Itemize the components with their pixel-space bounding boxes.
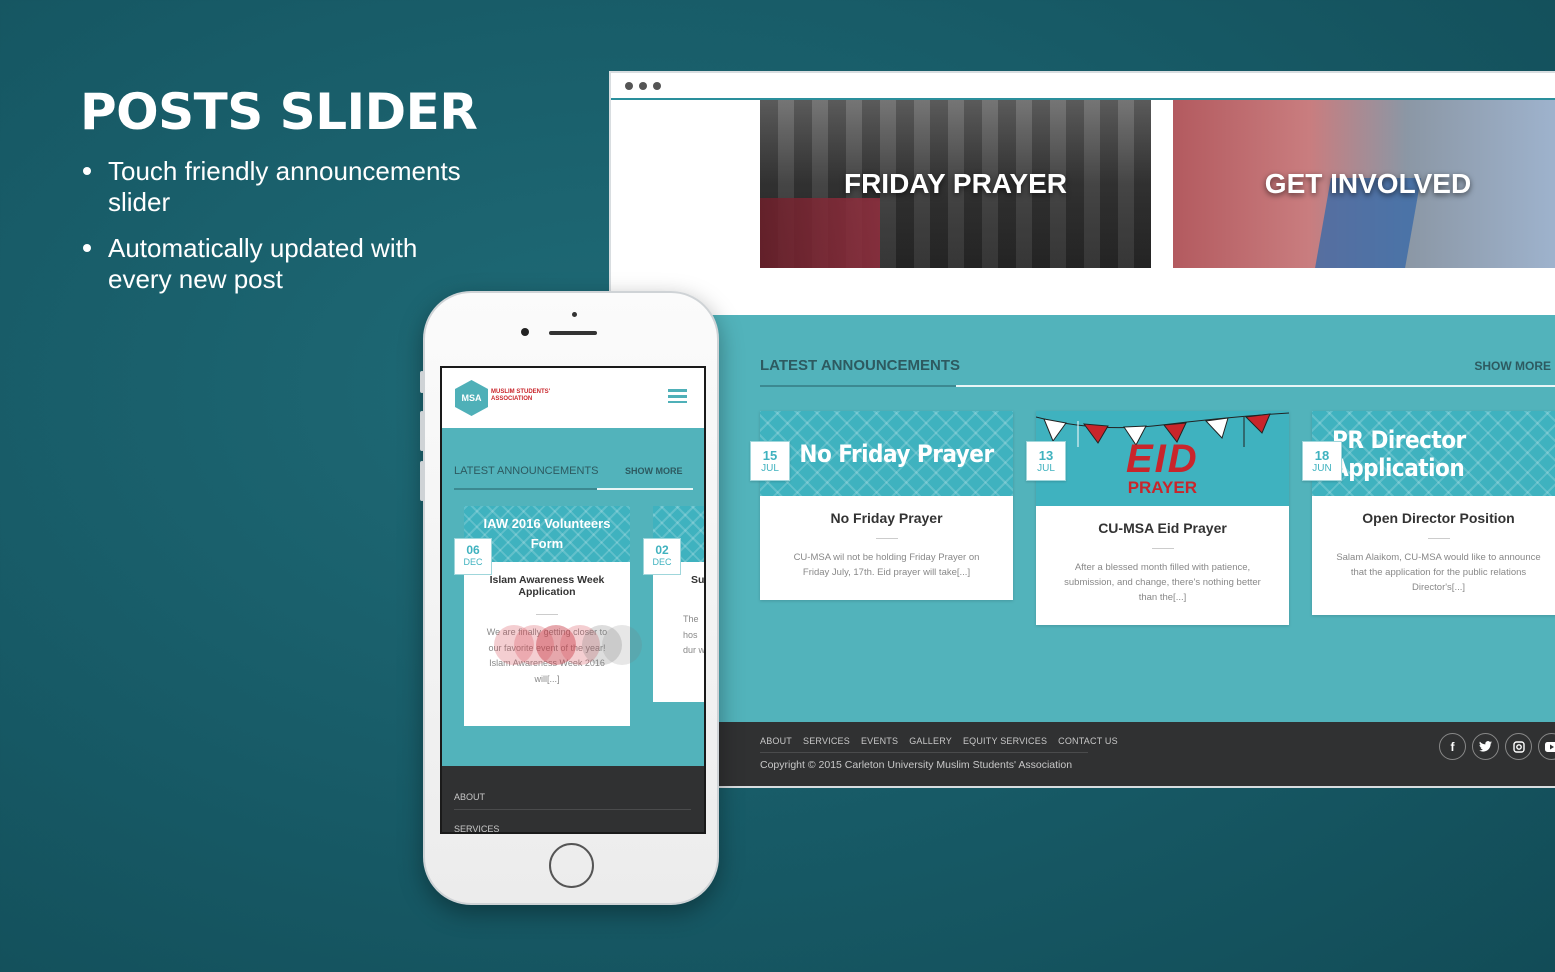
- card-excerpt: Salam Alaikom, CU-MSA would like to anno…: [1336, 552, 1541, 593]
- card-title[interactable]: CU-MSA Eid Prayer: [1058, 520, 1267, 536]
- window-dot-icon[interactable]: [625, 82, 633, 90]
- card-title[interactable]: Open Director Position: [1334, 510, 1543, 526]
- promo-panel: POSTS SLIDER Touch friendly announcement…: [80, 82, 480, 310]
- divider: [875, 538, 898, 539]
- copyright-text: Copyright © 2015 Carleton University Mus…: [760, 759, 1073, 771]
- footer-link-about[interactable]: ABOUT: [760, 736, 792, 746]
- phone-front-camera-icon: [521, 328, 529, 336]
- card-image-text: No Friday Prayer: [799, 439, 994, 468]
- card-image: No Friday Prayer: [760, 411, 1013, 496]
- card-image-line: Form: [530, 536, 564, 551]
- footer-link-contact-us[interactable]: CONTACT US: [1058, 736, 1118, 746]
- date-badge: 02 DEC: [643, 538, 681, 575]
- divider: [454, 809, 691, 810]
- card-title[interactable]: No Friday Prayer: [782, 510, 991, 526]
- date-month: JUL: [1037, 463, 1055, 474]
- card-excerpt: CU-MSA wil not be holding Friday Prayer …: [793, 552, 980, 578]
- announcements-heading: LATEST ANNOUNCEMENTS: [760, 357, 960, 374]
- phone-speaker-icon: [549, 331, 597, 335]
- date-day: 13: [1038, 448, 1054, 463]
- mobile-header: MSA MUSLIM STUDENTS' ASSOCIATION: [442, 368, 704, 428]
- phone-screen: MSA MUSLIM STUDENTS' ASSOCIATION LATEST …: [440, 366, 706, 834]
- card-excerpt: The hos dur w: [683, 614, 706, 655]
- date-month: DEC: [463, 557, 483, 567]
- promo-bullets: Touch friendly announcements slider Auto…: [80, 156, 480, 295]
- footer-nav: ABOUT SERVICES EVENTS GALLERY EQUITY SER…: [760, 736, 1118, 746]
- twitter-icon[interactable]: [1472, 733, 1499, 760]
- footer-link-equity-services[interactable]: EQUITY SERVICES: [963, 736, 1047, 746]
- browser-title-bar: [611, 73, 1555, 100]
- phone-side-button: [420, 461, 424, 501]
- divider-accent: [760, 385, 956, 387]
- card-image-text: IAW 2016 Volunteers Form: [484, 514, 611, 554]
- divider: [1427, 538, 1450, 539]
- phone-mock: MSA MUSLIM STUDENTS' ASSOCIATION LATEST …: [420, 291, 719, 905]
- card-image-line: IAW 2016 Volunteers: [483, 516, 611, 531]
- divider: [1151, 548, 1174, 549]
- social-links: f: [1439, 733, 1555, 760]
- announcement-card[interactable]: PR Director Application 18 JUN Open Dire…: [1302, 411, 1555, 615]
- footer-link-services[interactable]: SERVICES: [454, 824, 499, 832]
- promo-bullet: Touch friendly announcements slider: [80, 156, 480, 218]
- footer-link-events[interactable]: EVENTS: [861, 736, 898, 746]
- footer-link-gallery[interactable]: GALLERY: [909, 736, 952, 746]
- phone-camera-icon: [572, 312, 577, 317]
- phone-home-button[interactable]: [549, 843, 594, 888]
- announcement-card[interactable]: EID PRAYER 13 JUL CU-MSA Eid Prayer Afte…: [1026, 411, 1289, 625]
- date-month: JUN: [1312, 463, 1332, 474]
- window-dot-icon[interactable]: [639, 82, 647, 90]
- hamburger-menu-icon[interactable]: [668, 389, 687, 403]
- hero-card-friday-prayer[interactable]: FRIDAY PRAYER: [760, 100, 1151, 268]
- announcement-card-partial[interactable]: 02 DEC Su The hos dur w: [643, 506, 706, 702]
- date-badge: 06 DEC: [454, 538, 492, 575]
- hero-card-label: FRIDAY PRAYER: [843, 168, 1068, 199]
- phone-side-button: [420, 371, 424, 393]
- mobile-footer: ABOUT SERVICES: [442, 766, 704, 832]
- date-day: 18: [1314, 448, 1330, 463]
- hero-section: FRIDAY PRAYER GET INVOLVED: [611, 100, 1555, 315]
- divider: [536, 614, 558, 615]
- msa-logo-icon[interactable]: MSA: [455, 380, 488, 416]
- card-excerpt: After a blessed month filled with patien…: [1064, 562, 1261, 603]
- card-image: EID PRAYER: [1036, 411, 1289, 506]
- instagram-icon[interactable]: [1505, 733, 1532, 760]
- footer-link-services[interactable]: SERVICES: [803, 736, 850, 746]
- show-more-link[interactable]: SHOW MORE: [1474, 359, 1551, 373]
- show-more-link[interactable]: SHOW MORE: [625, 466, 683, 476]
- window-dot-icon[interactable]: [653, 82, 661, 90]
- date-day: 15: [762, 448, 778, 463]
- announcements-section: LATEST ANNOUNCEMENTS SHOW MORE No Friday…: [611, 315, 1555, 722]
- date-day: 02: [655, 543, 669, 557]
- date-month: DEC: [652, 557, 672, 567]
- date-badge: 18 JUN: [1302, 441, 1342, 481]
- hero-card-get-involved[interactable]: GET INVOLVED: [1173, 100, 1555, 268]
- card-image-text: EID: [1126, 437, 1199, 481]
- youtube-icon[interactable]: [1538, 733, 1555, 760]
- date-badge: 15 JUL: [750, 441, 790, 481]
- announcement-card[interactable]: IAW 2016 Volunteers Form 06 DEC Islam Aw…: [454, 506, 630, 726]
- promo-title: POSTS SLIDER: [80, 83, 478, 141]
- announcement-card[interactable]: No Friday Prayer 15 JUL No Friday Prayer…: [750, 411, 1013, 600]
- logo-subtitle: MUSLIM STUDENTS' ASSOCIATION: [491, 389, 551, 402]
- desktop-browser-mock: FRIDAY PRAYER GET INVOLVED LATEST ANNOUN…: [609, 71, 1555, 788]
- footer-link-about[interactable]: ABOUT: [454, 792, 485, 802]
- date-month: JUL: [761, 463, 779, 474]
- date-day: 06: [466, 543, 480, 557]
- announcements-heading: LATEST ANNOUNCEMENTS: [454, 465, 599, 477]
- facebook-icon[interactable]: f: [1439, 733, 1466, 760]
- hero-card-label: GET INVOLVED: [1264, 168, 1472, 199]
- card-image: PR Director Application: [1312, 411, 1555, 496]
- phone-side-button: [420, 411, 424, 451]
- date-badge: 13 JUL: [1026, 441, 1066, 481]
- divider-accent: [454, 488, 597, 490]
- divider: [760, 752, 1088, 753]
- touch-indicator-icon: [602, 625, 642, 665]
- promo-bullet: Automatically updated with every new pos…: [80, 233, 480, 295]
- card-image-subtext: PRAYER: [1127, 478, 1197, 497]
- card-image-text: PR Director Application: [1332, 425, 1466, 482]
- site-footer: ABOUT SERVICES EVENTS GALLERY EQUITY SER…: [611, 722, 1555, 786]
